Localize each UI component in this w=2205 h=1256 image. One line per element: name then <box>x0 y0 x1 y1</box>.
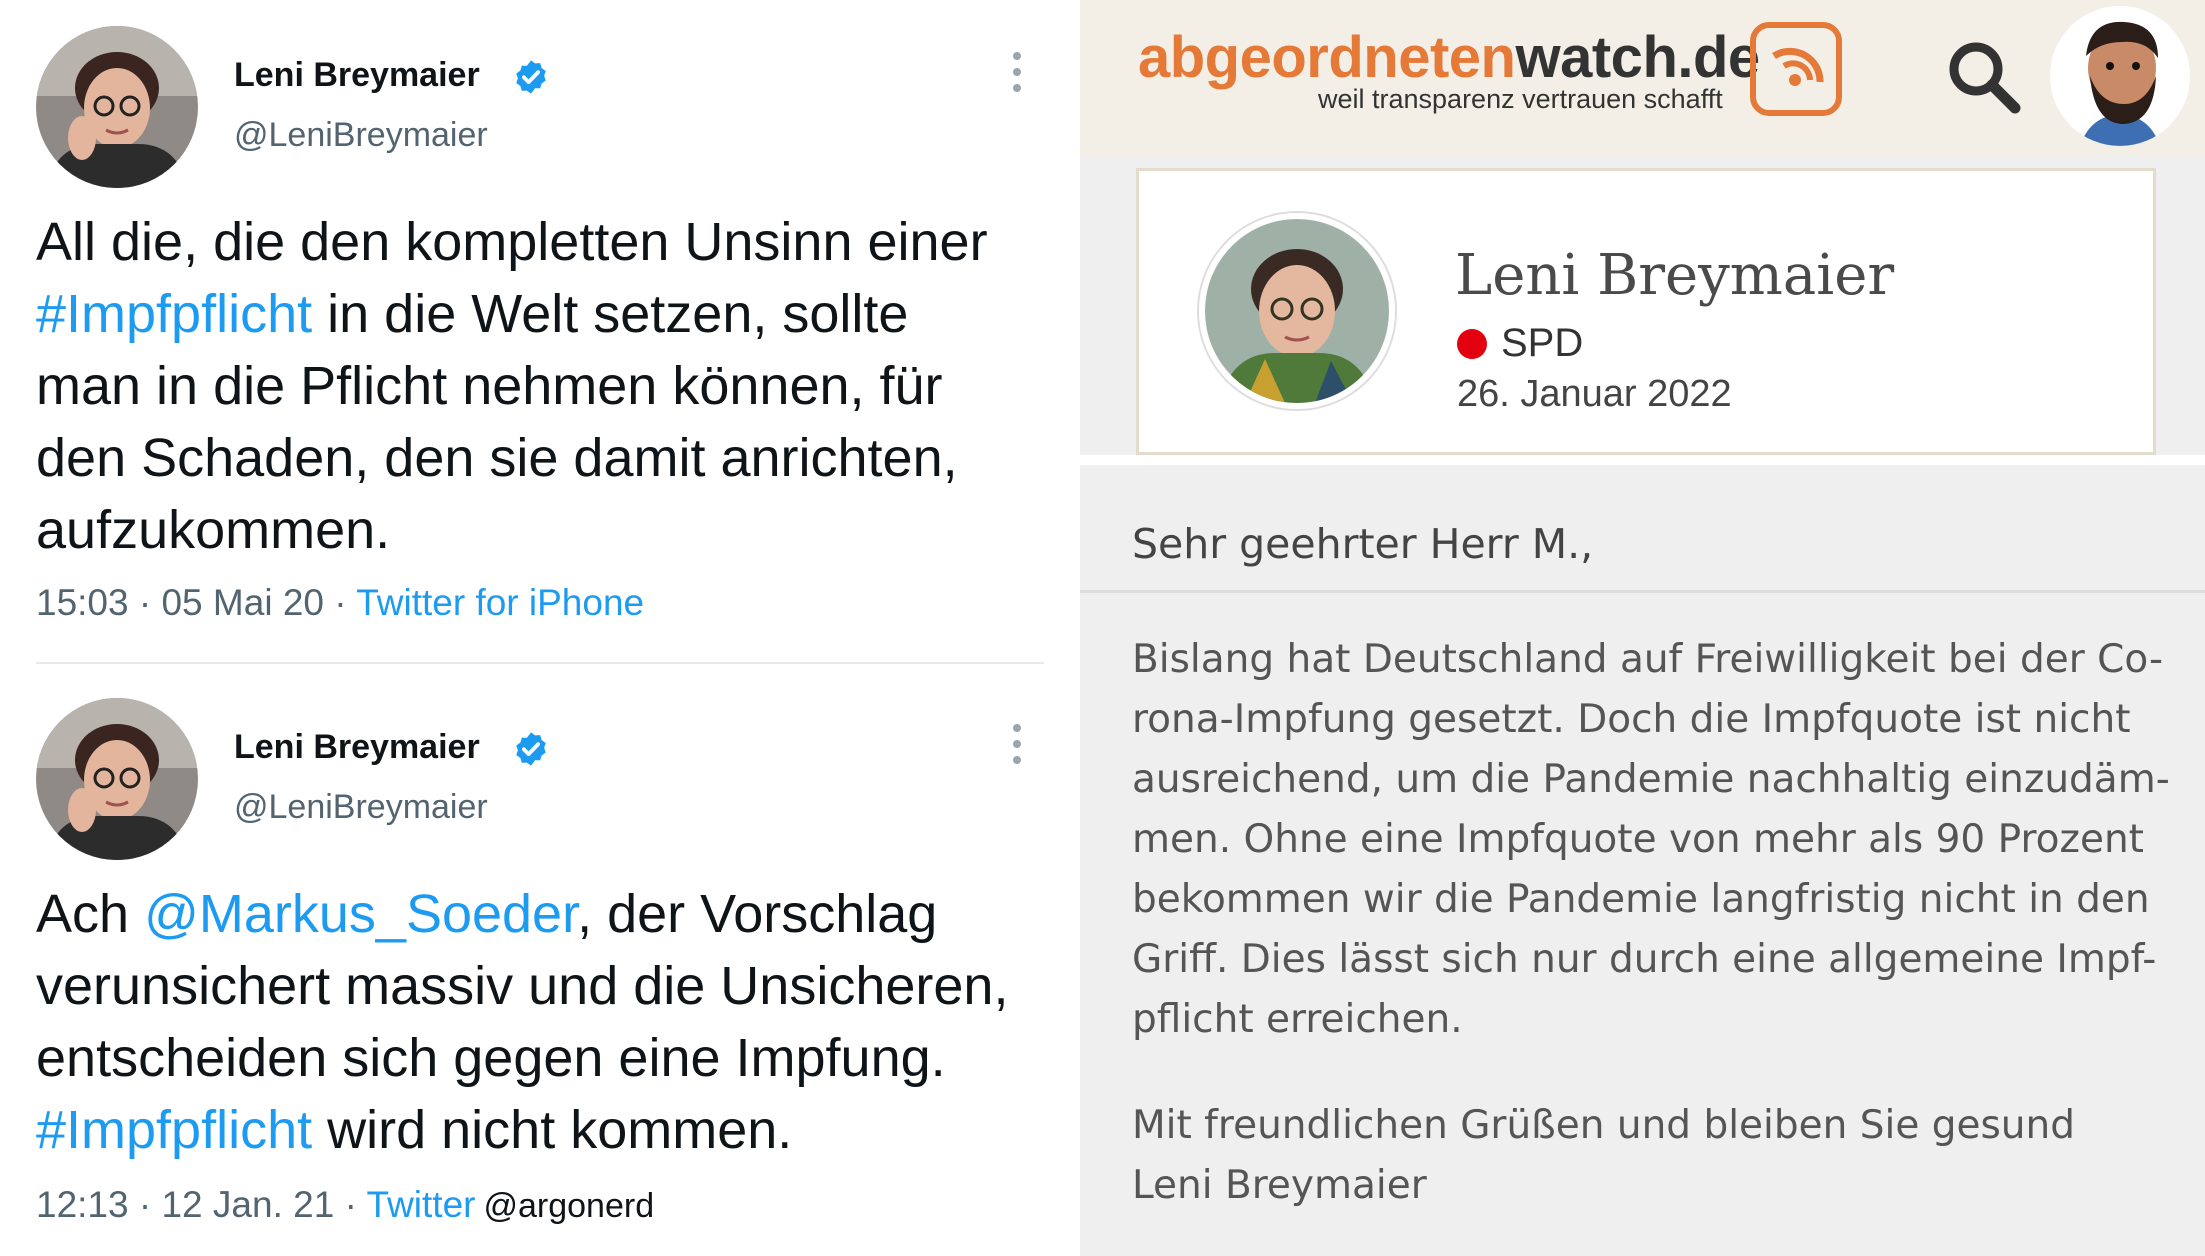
avatar[interactable] <box>36 26 198 188</box>
tweet-text-line: entscheiden sich gegen eine Impfung. <box>36 1022 1076 1094</box>
text-line: Griff. Dies lässt sich nur durch eine al… <box>1132 937 2157 982</box>
abgeordnetenwatch-page: abgeordnetenwatch.de weil transparenz ve… <box>1080 0 2205 1256</box>
divider <box>1080 590 2205 593</box>
answer-date: 26. Januar 2022 <box>1457 373 1732 415</box>
tweet-text-line: man in die Pflicht nehmen können, für <box>36 350 1076 422</box>
tweet-text-segment: verunsichert massiv und die Unsicheren, <box>36 956 1009 1016</box>
text-line: ausreichend, um die Pandemie nachhaltig … <box>1132 757 2170 802</box>
text-line: rona-Impfung gesetzt. Doch die Impfquote… <box>1132 697 2131 742</box>
tweet-text-segment: in die Welt setzen, sollte <box>312 284 909 344</box>
tweet-source[interactable]: Twitter <box>367 1184 476 1225</box>
tweet-text-line: All die, die den kompletten Unsinn einer <box>36 206 1076 278</box>
text-line: Bislang hat Deutschland auf Freiwilligke… <box>1132 637 2164 682</box>
tweet: Leni Breymaier @LeniBreymaier All die, d… <box>0 0 1080 672</box>
tweet-time[interactable]: 12:13 <box>36 1184 129 1225</box>
user-handle[interactable]: @LeniBreymaier <box>234 116 488 155</box>
hashtag-link[interactable]: #Impfpflicht <box>36 1100 312 1160</box>
tweet-screenshots: Leni Breymaier @LeniBreymaier All die, d… <box>0 0 1080 1256</box>
tweet-text-segment: wird nicht kommen. <box>312 1100 793 1160</box>
tweet-time[interactable]: 15:03 <box>36 582 129 623</box>
divider <box>36 662 1044 664</box>
card-background <box>1080 455 2205 465</box>
user-avatar[interactable] <box>2050 6 2190 146</box>
party-color-dot <box>1457 329 1487 359</box>
text-line: Leni Breymaier <box>1132 1163 1427 1208</box>
more-options-icon[interactable] <box>1010 52 1024 96</box>
tweet-meta: 12:13 · 12 Jan. 21 · Twitter @argonerd <box>36 1184 655 1225</box>
tweet-text-line: #Impfpflicht wird nicht kommen. <box>36 1094 1076 1166</box>
hashtag-link[interactable]: #Impfpflicht <box>36 284 312 344</box>
tweet-date[interactable]: 05 Mai 20 <box>161 582 324 623</box>
tweet-text-segment: man in die Pflicht nehmen können, für <box>36 356 943 416</box>
party-label: SPD <box>1501 321 1584 365</box>
tweet-text: All die, die den kompletten Unsinn einer… <box>36 206 1076 566</box>
politician-photo <box>1199 213 1395 409</box>
tweet-text-segment: den Schaden, den sie damit anrichten, <box>36 428 958 488</box>
mention-link[interactable]: @Markus_Soeder <box>144 884 577 944</box>
display-name[interactable]: Leni Breymaier <box>234 728 480 767</box>
user-handle[interactable]: @LeniBreymaier <box>234 788 488 827</box>
politician-card: Leni Breymaier SPD 26. Januar 2022 <box>1136 168 2156 455</box>
answer-closing: Mit freundlichen Grüßen und bleiben Sie … <box>1132 1096 2075 1216</box>
tweet-meta: 15:03 · 05 Mai 20 · Twitter for iPhone <box>36 582 645 623</box>
search-icon[interactable] <box>1943 36 2023 116</box>
tweet-text-segment: aufzukommen. <box>36 500 391 560</box>
watermark: @argonerd <box>483 1187 655 1225</box>
tweet-text-segment: , der Vorschlag <box>577 884 938 944</box>
tweet-text-line: aufzukommen. <box>36 494 1076 566</box>
text-line: Mit freundlichen Grüßen und bleiben Sie … <box>1132 1103 2075 1148</box>
site-header: abgeordnetenwatch.de weil transparenz ve… <box>1080 0 2205 155</box>
answer-body: Bislang hat Deutschland auf Freiwilligke… <box>1132 630 2182 1050</box>
verified-badge-icon <box>516 60 546 94</box>
tweet-text-line: #Impfpflicht in die Welt setzen, sollte <box>36 278 1076 350</box>
tweet-date[interactable]: 12 Jan. 21 <box>161 1184 334 1225</box>
tweet-source[interactable]: Twitter for iPhone <box>356 582 644 623</box>
politician-name[interactable]: Leni Breymaier <box>1455 243 1894 308</box>
tweet-text: Ach @Markus_Soeder, der Vorschlag verunsi… <box>36 878 1076 1166</box>
tweet-text-segment: entscheiden sich gegen eine Impfung. <box>36 1028 946 1088</box>
text-line: pflicht erreichen. <box>1132 997 1463 1042</box>
tweet-text-line: verunsichert massiv und die Unsicheren, <box>36 950 1076 1022</box>
site-logo[interactable]: abgeordnetenwatch.de <box>1138 24 1760 91</box>
salutation: Sehr geehrter Herr M., <box>1132 520 1594 568</box>
tweet-text-segment: Ach <box>36 884 145 944</box>
avatar[interactable] <box>36 698 198 860</box>
display-name[interactable]: Leni Breymaier <box>234 56 480 95</box>
tweet-text-line: Ach @Markus_Soeder, der Vorschlag <box>36 878 1076 950</box>
more-options-icon[interactable] <box>1010 724 1024 768</box>
tweet: Leni Breymaier @LeniBreymaier Ach @Marku… <box>0 672 1080 1256</box>
text-line: bekommen wir die Pandemie langfristig ni… <box>1132 877 2150 922</box>
tweet-text-segment: All die, die den kompletten Unsinn einer <box>36 212 988 272</box>
tweet-text-line: den Schaden, den sie damit anrichten, <box>36 422 1076 494</box>
verified-badge-icon <box>516 732 546 766</box>
logo-icon <box>1750 22 1842 116</box>
text-line: men. Ohne eine Impfquote von mehr als 90… <box>1132 817 2144 862</box>
site-tagline: weil transparenz vertrauen schafft <box>1318 84 1723 114</box>
